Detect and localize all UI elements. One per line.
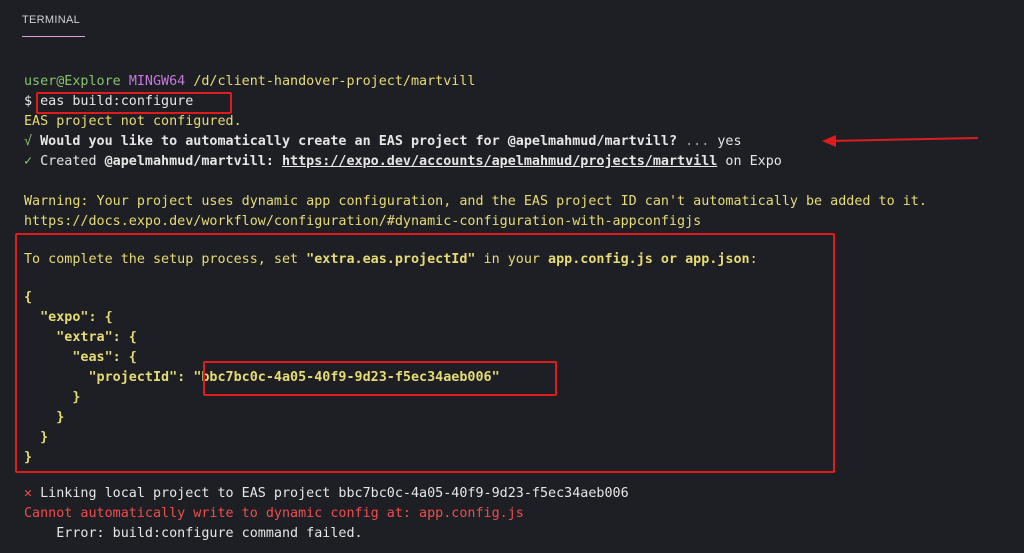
created-suffix: on Expo (725, 154, 782, 169)
prompt-env: MINGW64 (128, 74, 186, 89)
panel-tabbar: TERMINAL (0, 0, 1024, 44)
prompt-user: user@Explore (24, 74, 121, 89)
check-icon: √ (24, 134, 33, 149)
created-prefix: Created (40, 154, 97, 169)
linking-line: ✕ Linking local project to EAS project b… (24, 484, 629, 504)
error-line: Error: build:configure command failed. (24, 526, 363, 541)
created-line: ✓ Created @apelmahmud/martvill: https://… (24, 152, 782, 172)
checkmark-icon: ✓ (24, 154, 33, 169)
warning-line: Warning: Your project uses dynamic app c… (24, 194, 927, 209)
linking-text: Linking local project to EAS project bbc… (40, 486, 629, 501)
docs-url-link[interactable]: https://docs.expo.dev/workflow/configura… (24, 212, 701, 232)
arrow-icon (822, 135, 979, 147)
prompt-path: /d/client-handover-project/martvill (193, 74, 476, 89)
created-name: @apelmahmud/martvill: (104, 154, 274, 169)
projectid-highlight-box (203, 361, 557, 396)
question-dots: ... (685, 134, 710, 149)
not-configured-line: EAS project not configured. (24, 114, 242, 129)
active-tab-indicator (22, 36, 85, 37)
cannot-write-line: Cannot automatically write to dynamic co… (24, 506, 524, 521)
question-answer: yes (717, 134, 742, 149)
question-text: Would you like to automatically create a… (40, 134, 678, 149)
prompt-symbol: $ (24, 94, 33, 109)
setup-highlight-box (15, 233, 835, 473)
error-x-icon: ✕ (24, 486, 33, 501)
project-url-link[interactable]: https://expo.dev/accounts/apelmahmud/pro… (282, 154, 717, 169)
command-highlight-box (36, 92, 232, 114)
question-line: √ Would you like to automatically create… (24, 132, 742, 152)
prompt-line: user@Explore MINGW64 /d/client-handover-… (24, 72, 475, 92)
tab-terminal[interactable]: TERMINAL (22, 14, 80, 26)
